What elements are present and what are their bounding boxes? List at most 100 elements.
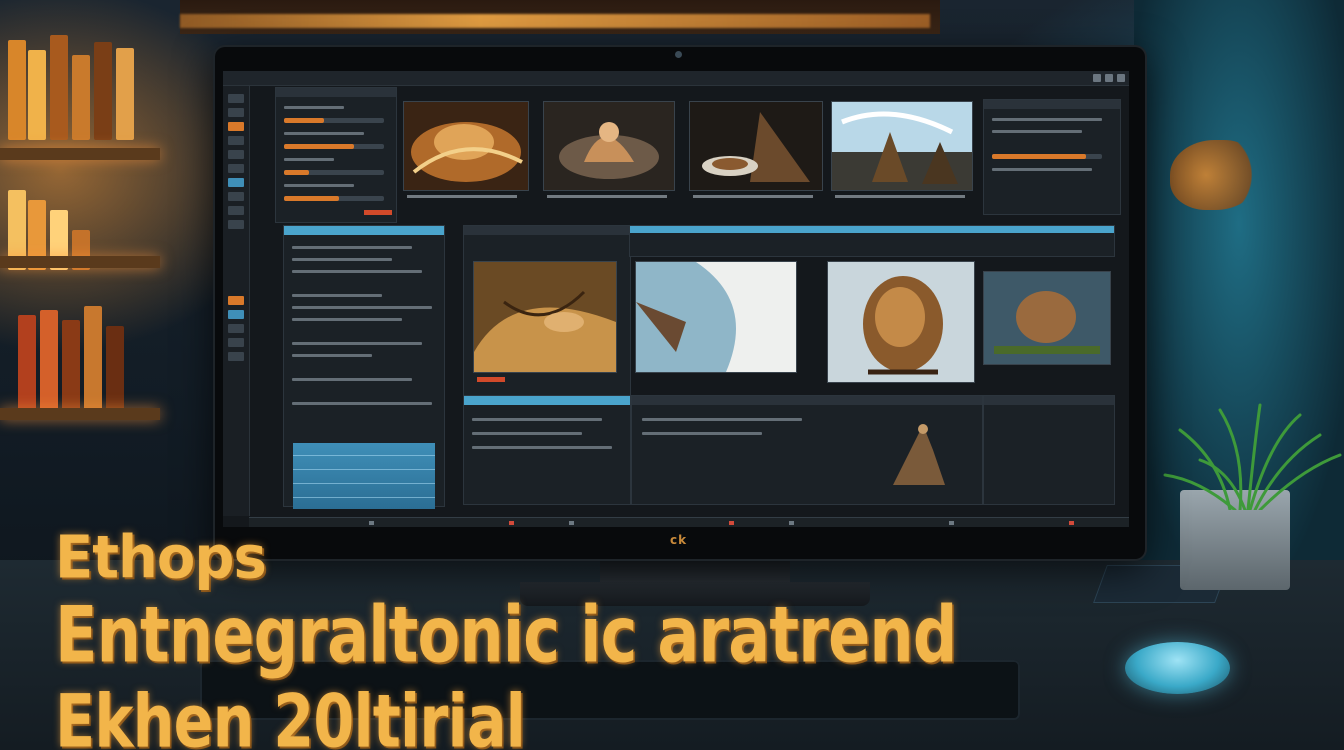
tool-button[interactable] bbox=[228, 310, 244, 319]
overlay-title: Ethops Entnegraltonic ic aratrend Ekhen … bbox=[55, 520, 1055, 750]
detail-line bbox=[642, 432, 762, 435]
title-line-3: Ekhen 20ltirial bbox=[55, 678, 526, 750]
property-label bbox=[284, 158, 334, 161]
thumbnail-caption bbox=[693, 195, 813, 198]
property-slider[interactable] bbox=[284, 118, 384, 123]
status-marker bbox=[477, 377, 505, 382]
layers-panel-header bbox=[984, 100, 1120, 109]
layers-panel bbox=[983, 99, 1121, 215]
mouse bbox=[1125, 642, 1230, 694]
tool-button[interactable] bbox=[228, 220, 244, 229]
plant-leaves bbox=[1163, 403, 1342, 510]
info-panel-header bbox=[464, 396, 630, 405]
preview-image[interactable] bbox=[635, 261, 797, 373]
title-line-1: Ethops bbox=[55, 524, 267, 593]
tool-button[interactable] bbox=[228, 108, 244, 117]
monitor-screen bbox=[223, 71, 1129, 527]
book bbox=[94, 42, 112, 140]
book bbox=[116, 48, 134, 140]
book bbox=[62, 320, 80, 410]
tool-strip bbox=[223, 86, 250, 516]
preview-image[interactable] bbox=[983, 271, 1111, 365]
track-label bbox=[292, 378, 412, 381]
info-line bbox=[472, 432, 582, 435]
info-line bbox=[472, 418, 602, 421]
book bbox=[106, 326, 124, 410]
tool-button[interactable] bbox=[228, 352, 244, 361]
track-label bbox=[292, 402, 432, 405]
tool-button[interactable] bbox=[228, 324, 244, 333]
status-marker bbox=[364, 210, 392, 215]
tool-button[interactable] bbox=[228, 150, 244, 159]
preview-image[interactable] bbox=[827, 261, 975, 383]
tool-button[interactable] bbox=[228, 206, 244, 215]
properties-panel-header bbox=[276, 88, 396, 97]
viewer-header-bar bbox=[629, 225, 1115, 257]
track-label bbox=[292, 306, 432, 309]
layer-row[interactable] bbox=[992, 118, 1102, 121]
book bbox=[72, 55, 90, 140]
tool-button[interactable] bbox=[228, 164, 244, 173]
tool-button[interactable] bbox=[228, 122, 244, 131]
tool-button[interactable] bbox=[228, 136, 244, 145]
book bbox=[8, 40, 26, 140]
preview-image[interactable] bbox=[473, 261, 617, 373]
properties-panel bbox=[275, 87, 397, 223]
image-thumbnail[interactable] bbox=[403, 101, 529, 191]
image-thumbnail[interactable] bbox=[831, 101, 973, 191]
track-label bbox=[292, 294, 382, 297]
thumbnail-caption bbox=[835, 195, 965, 198]
mini-viewer-header bbox=[984, 396, 1114, 405]
layer-opacity-slider[interactable] bbox=[992, 154, 1102, 159]
property-slider[interactable] bbox=[284, 144, 384, 149]
window-minimize-icon[interactable] bbox=[1093, 74, 1101, 82]
info-line bbox=[472, 446, 612, 449]
viewer-header-accent bbox=[630, 226, 1114, 233]
property-slider[interactable] bbox=[284, 170, 384, 175]
timeline-panel-header bbox=[284, 226, 444, 235]
tool-button[interactable] bbox=[228, 94, 244, 103]
property-slider[interactable] bbox=[284, 196, 384, 201]
bookshelf bbox=[0, 0, 180, 460]
wall-art bbox=[1170, 140, 1260, 210]
book bbox=[28, 50, 46, 140]
viewer-panel-header bbox=[464, 226, 630, 235]
tool-button[interactable] bbox=[228, 338, 244, 347]
mini-viewer bbox=[983, 395, 1115, 505]
app-titlebar bbox=[223, 71, 1129, 86]
track-label bbox=[292, 246, 412, 249]
track-label bbox=[292, 354, 372, 357]
shelf-row-middle bbox=[8, 160, 158, 270]
book bbox=[50, 35, 68, 140]
tool-button[interactable] bbox=[228, 178, 244, 187]
title-line-2: Entnegraltonic ic aratrend bbox=[55, 590, 957, 681]
property-label bbox=[284, 184, 354, 187]
property-label bbox=[284, 106, 344, 109]
track-label bbox=[292, 318, 402, 321]
audio-clip[interactable] bbox=[293, 443, 435, 509]
image-thumbnail[interactable] bbox=[689, 101, 823, 191]
track-label bbox=[292, 258, 392, 261]
property-label bbox=[284, 132, 364, 135]
tool-button[interactable] bbox=[228, 296, 244, 305]
thumbnail-caption bbox=[407, 195, 517, 198]
image-thumbnail[interactable] bbox=[543, 101, 675, 191]
info-panel bbox=[463, 395, 631, 505]
photo-scene: ck Ethops Entnegraltonic ic aratrend Ekh… bbox=[0, 0, 1344, 750]
webcam bbox=[675, 51, 682, 58]
tool-button[interactable] bbox=[228, 192, 244, 201]
layer-row[interactable] bbox=[992, 130, 1082, 133]
window-maximize-icon[interactable] bbox=[1105, 74, 1113, 82]
thumbnail-caption bbox=[547, 195, 667, 198]
book bbox=[40, 310, 58, 410]
track-label bbox=[292, 270, 422, 273]
detail-line bbox=[642, 418, 802, 421]
monitor: ck bbox=[215, 47, 1145, 559]
layer-row[interactable] bbox=[992, 168, 1092, 171]
window-close-icon[interactable] bbox=[1117, 74, 1125, 82]
book bbox=[18, 315, 36, 410]
top-shelf-glow bbox=[180, 14, 930, 28]
model-preview[interactable] bbox=[883, 415, 955, 491]
shelf-board bbox=[0, 148, 160, 160]
track-label bbox=[292, 342, 422, 345]
